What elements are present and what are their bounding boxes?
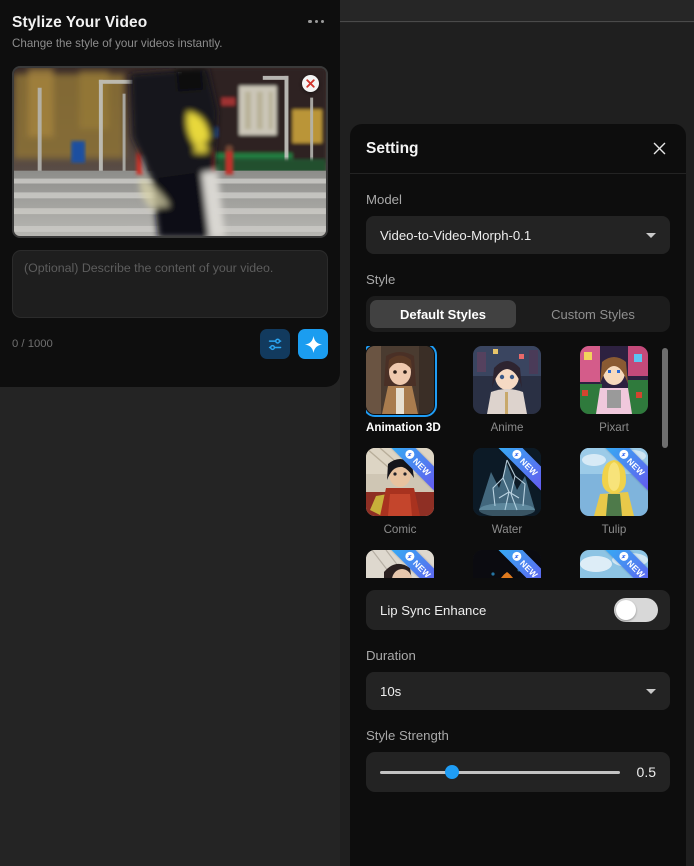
style-thumbnail bbox=[580, 346, 648, 414]
duration-label: Duration bbox=[366, 648, 416, 663]
scrollbar-thumb[interactable] bbox=[662, 348, 668, 448]
close-circle-icon[interactable] bbox=[302, 75, 319, 92]
style-thumbnail-art bbox=[473, 346, 541, 414]
video-preview[interactable] bbox=[12, 66, 328, 238]
video-thumbnail bbox=[14, 68, 326, 236]
style-card-label: Water bbox=[491, 523, 523, 536]
style-card-label: Tulip bbox=[601, 523, 627, 536]
style-grid-scrollbar[interactable] bbox=[662, 346, 668, 578]
style-strength-slider[interactable] bbox=[380, 765, 620, 779]
panel-header: Stylize Your Video bbox=[0, 0, 340, 32]
style-thumbnail-art bbox=[366, 346, 434, 414]
style-card-label: Anime bbox=[490, 421, 524, 434]
close-icon[interactable] bbox=[650, 140, 668, 158]
style-thumbnail: NEW bbox=[580, 550, 648, 578]
style-card-label: Animation 3D bbox=[366, 421, 441, 434]
style-label: Style bbox=[366, 272, 396, 287]
setting-panel: Setting Model Video-to-Video-Morph-0.1 S… bbox=[350, 124, 686, 866]
style-card[interactable]: Pixart bbox=[580, 346, 648, 434]
slider-handle[interactable] bbox=[445, 765, 459, 779]
duration-select[interactable]: 10s bbox=[366, 672, 670, 710]
prompt-input[interactable] bbox=[12, 250, 328, 318]
action-buttons bbox=[260, 329, 328, 359]
lip-sync-toggle[interactable] bbox=[614, 598, 658, 622]
style-grid-scroll: Animation 3D Anime Pixart NEW Comic NEW … bbox=[366, 346, 670, 578]
model-label: Model bbox=[366, 192, 402, 207]
panel-footer: 0 / 1000 bbox=[12, 329, 328, 359]
model-select-value: Video-to-Video-Morph-0.1 bbox=[380, 227, 532, 243]
style-grid: Animation 3D Anime Pixart NEW Comic NEW … bbox=[366, 346, 670, 578]
toggle-knob bbox=[616, 600, 636, 620]
chevron-down-icon bbox=[646, 233, 656, 238]
style-card[interactable]: NEW bbox=[580, 550, 648, 578]
window-top-bar bbox=[340, 0, 694, 22]
style-thumbnail: NEW bbox=[473, 448, 541, 516]
style-card[interactable]: Animation 3D bbox=[366, 346, 441, 434]
style-card[interactable]: NEW bbox=[366, 550, 434, 578]
style-strength-label: Style Strength bbox=[366, 728, 449, 743]
lip-sync-label: Lip Sync Enhance bbox=[380, 602, 487, 618]
model-select[interactable]: Video-to-Video-Morph-0.1 bbox=[366, 216, 670, 254]
setting-title: Setting bbox=[366, 139, 419, 157]
style-card[interactable]: Anime bbox=[473, 346, 541, 434]
style-strength-row: 0.5 bbox=[366, 752, 670, 792]
page-title: Stylize Your Video bbox=[12, 14, 148, 31]
style-card[interactable]: NEW Water bbox=[473, 448, 541, 536]
app-root: Stylize Your Video Change the style of y… bbox=[0, 0, 694, 866]
style-thumbnail: NEW bbox=[473, 550, 541, 578]
style-strength-value: 0.5 bbox=[636, 764, 656, 780]
chevron-down-icon bbox=[646, 689, 656, 694]
tab-custom-styles[interactable]: Custom Styles bbox=[520, 300, 666, 328]
style-card-label: Pixart bbox=[599, 421, 629, 434]
character-counter: 0 / 1000 bbox=[12, 338, 53, 350]
style-card[interactable]: NEW Comic bbox=[366, 448, 434, 536]
style-card[interactable]: NEW bbox=[473, 550, 541, 578]
lip-sync-row[interactable]: Lip Sync Enhance bbox=[366, 590, 670, 630]
sliders-icon[interactable] bbox=[260, 329, 290, 359]
sparkle-icon[interactable] bbox=[298, 329, 328, 359]
style-thumbnail: NEW bbox=[580, 448, 648, 516]
style-tabs: Default Styles Custom Styles bbox=[366, 296, 670, 332]
setting-header: Setting bbox=[350, 124, 686, 174]
kebab-menu-icon[interactable] bbox=[306, 14, 326, 29]
tab-default-styles[interactable]: Default Styles bbox=[370, 300, 516, 328]
panel-title-block: Stylize Your Video bbox=[12, 14, 147, 32]
style-card[interactable]: NEW Tulip bbox=[580, 448, 648, 536]
duration-select-value: 10s bbox=[380, 683, 402, 699]
style-thumbnail bbox=[473, 346, 541, 414]
stylize-video-panel: Stylize Your Video Change the style of y… bbox=[0, 0, 340, 387]
style-thumbnail: NEW bbox=[366, 448, 434, 516]
style-thumbnail bbox=[366, 346, 437, 417]
style-thumbnail-art bbox=[580, 346, 648, 414]
style-card-label: Comic bbox=[383, 523, 417, 536]
setting-body: Model Video-to-Video-Morph-0.1 Style Def… bbox=[350, 192, 686, 792]
panel-subtitle: Change the style of your videos instantl… bbox=[12, 37, 223, 50]
style-thumbnail: NEW bbox=[366, 550, 434, 578]
